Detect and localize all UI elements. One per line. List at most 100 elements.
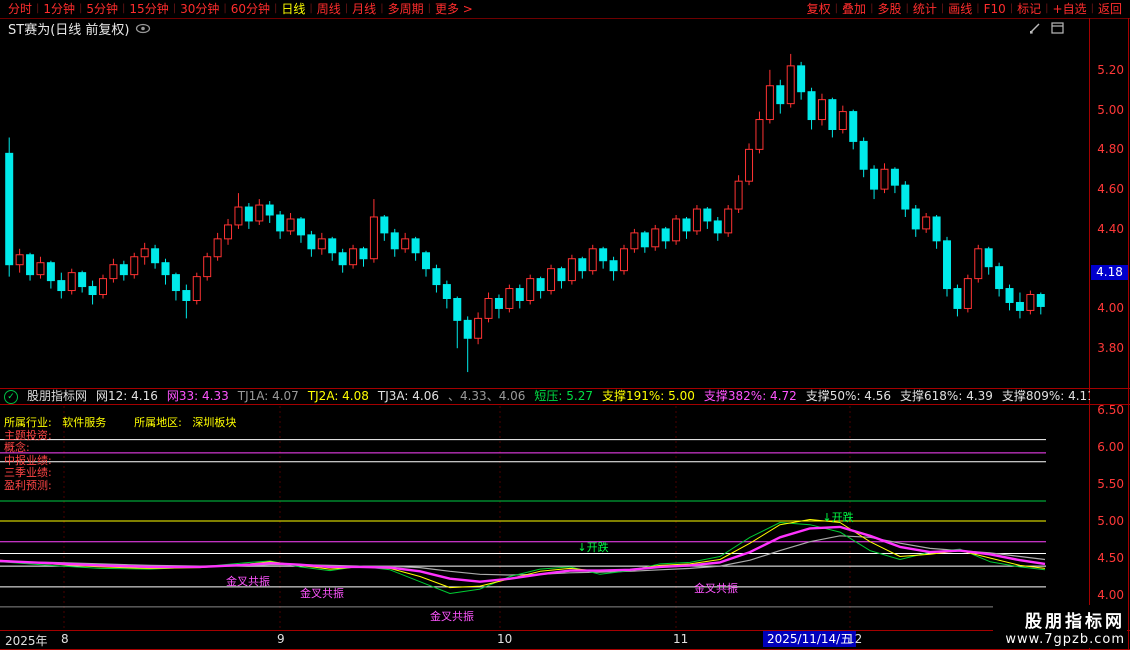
indicator-name[interactable]: 股朋指标网 [27,389,87,404]
month-label-8: 8 [61,632,69,646]
toolbar-action-3[interactable]: 统计 [909,0,941,18]
toolbar-action-0[interactable]: 复权 [803,0,835,18]
date-axis: 2025年 2025/11/14/五 89101112 [0,631,1090,648]
candle [162,259,169,285]
indicator-value-8: 支撑382%: 4.72 [704,389,797,404]
candle [475,312,482,344]
toolbar-period-10[interactable]: 更多 > [431,0,477,18]
eye-icon[interactable] [135,23,151,34]
candle [850,110,857,150]
candle [600,247,607,269]
indicator-tick-5.50: 5.50 [1090,477,1124,491]
toolbar-action-7[interactable]: +自选 [1049,0,1091,18]
toolbar-period-9[interactable]: 多周期 [384,0,428,18]
indicator-value-11: 支撑809%: 4.11 [1002,389,1090,404]
indicator-value-3: TJ2A: 4.08 [308,389,369,404]
toolbar-action-5[interactable]: F10 [980,0,1010,18]
price-tick-3.80: 3.80 [1090,341,1124,355]
candle [27,253,34,281]
candle [443,281,450,309]
signal-label-5: ↓开跌 [822,509,853,525]
candle [214,233,221,261]
toolbar-period-6[interactable]: 日线 [277,0,309,18]
watermark-title: 股朋指标网 [1005,607,1125,632]
candle [631,229,638,253]
candle [506,285,513,313]
info-block: 所属行业: 软件服务 所属地区: 深圳板块主题投资:概念:中报业绩:三季业绩:盈… [4,417,236,493]
candle [68,269,75,295]
toolbar-period-4[interactable]: 30分钟 [176,0,223,18]
candle [756,112,763,154]
indicator-value-1: 网33: 4.33 [167,389,229,404]
toolbar-left: 分时|1分钟|5分钟|15分钟|30分钟|60分钟|日线|周线|月线|多周期|更… [4,0,477,18]
candle [16,249,23,273]
month-label-9: 9 [277,632,285,646]
watermark-url: www.7gpzb.com [1005,632,1125,647]
candle [329,237,336,261]
candle [412,237,419,261]
indicator-tick-6.00: 6.00 [1090,440,1124,454]
candle [777,80,784,114]
signal-label-0: 金叉共振 [226,573,270,589]
candle [297,217,304,243]
candle [891,167,898,193]
info-line-2: 概念: [4,442,236,455]
toolbar-period-8[interactable]: 月线 [348,0,380,18]
candlestick-chart[interactable] [0,38,1090,388]
toolbar-right: 复权|叠加|多股|统计|画线|F10|标记|+自选|返回 [803,0,1126,18]
indicator-value-7: 支撑191%: 5.00 [602,389,695,404]
candle [391,229,398,257]
candle [871,165,878,199]
info-line-5: 盈利预测: [4,480,236,493]
period-toolbar: 分时|1分钟|5分钟|15分钟|30分钟|60分钟|日线|周线|月线|多周期|更… [0,0,1130,18]
titlebar-tools [1029,19,1064,38]
app-window: 分时|1分钟|5分钟|15分钟|30分钟|60分钟|日线|周线|月线|多周期|更… [0,0,1130,650]
window-layout-icon[interactable] [1051,19,1064,38]
candle [277,211,284,239]
candle [495,295,502,319]
candle [47,261,54,289]
last-price-marker: 4.18 [1091,265,1128,280]
candle [923,213,930,233]
candle [641,231,648,253]
candle [558,267,565,289]
indicator-header: ✓ 股朋指标网 网12: 4.16网33: 4.33TJ1A: 4.07TJ2A… [0,389,1090,404]
toolbar-period-0[interactable]: 分时 [4,0,36,18]
frame-line-right-edge [1128,18,1129,650]
candle [58,273,65,299]
toolbar-period-5[interactable]: 60分钟 [227,0,274,18]
candle [579,257,586,279]
price-tick-4.40: 4.40 [1090,222,1124,236]
toolbar-period-2[interactable]: 5分钟 [82,0,122,18]
candle [225,219,232,245]
draw-tool-icon[interactable] [1029,19,1041,38]
toolbar-period-1[interactable]: 1分钟 [39,0,79,18]
candle [766,70,773,124]
toolbar-period-7[interactable]: 周线 [313,0,345,18]
toolbar-action-2[interactable]: 多股 [873,0,905,18]
indicator-value-6: 短压: 5.27 [534,389,593,404]
candle [350,245,357,269]
toolbar-action-1[interactable]: 叠加 [838,0,870,18]
candle [964,275,971,313]
indicator-tick-4.50: 4.50 [1090,551,1124,565]
candle [193,273,200,305]
candle [245,203,252,229]
candle [912,205,919,237]
candle [454,297,461,349]
toolbar-action-8[interactable]: 返回 [1094,0,1126,18]
candle [798,62,805,100]
candle [881,163,888,193]
site-watermark: 股朋指标网 www.7gpzb.com [993,605,1127,648]
candle [120,261,127,281]
indicator-value-5: 、4.33、4.06 [448,389,525,404]
indicator-line-TJ2A [0,523,1045,594]
info-line-0: 所属行业: 软件服务 所属地区: 深圳板块 [4,417,236,430]
candle [996,263,1003,297]
price-tick-4.80: 4.80 [1090,142,1124,156]
toolbar-action-6[interactable]: 标记 [1013,0,1045,18]
toolbar-action-4[interactable]: 画线 [944,0,976,18]
candle [6,137,13,276]
candle [610,257,617,281]
toolbar-period-3[interactable]: 15分钟 [125,0,172,18]
